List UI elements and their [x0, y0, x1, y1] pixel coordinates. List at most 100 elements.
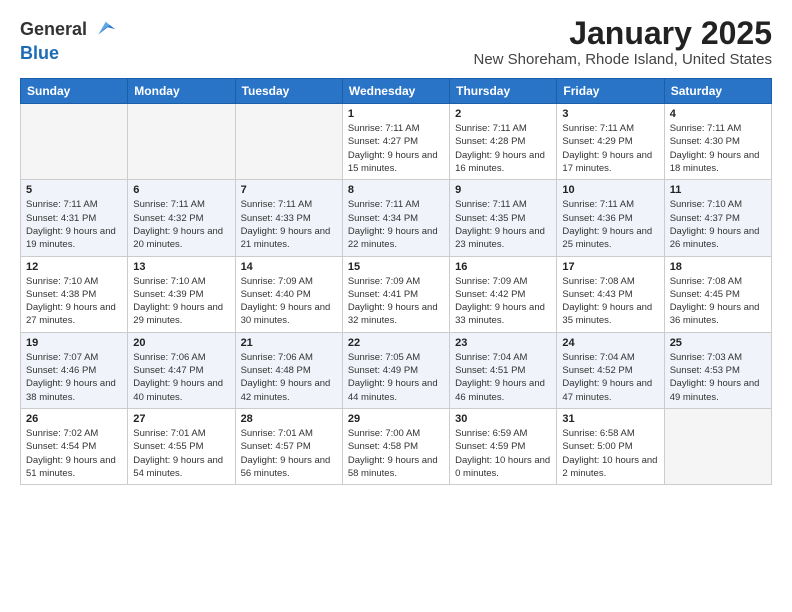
- day-info: Sunrise: 7:11 AMSunset: 4:36 PMDaylight:…: [562, 198, 658, 251]
- calendar-cell: 21 Sunrise: 7:06 AMSunset: 4:48 PMDayligh…: [235, 332, 342, 408]
- calendar-cell: 9Sunrise: 7:11 AMSunset: 4:35 PMDaylight…: [450, 180, 557, 256]
- day-number: 10: [562, 184, 658, 196]
- calendar-cell: 25Sunrise: 7:03 AMSunset: 4:53 PMDayligh…: [664, 332, 771, 408]
- day-number: 4: [670, 108, 766, 120]
- logo-bird-icon: [89, 16, 117, 44]
- day-info: Sunrise: 7:01 AMSunset: 4:55 PMDaylight:…: [133, 427, 229, 480]
- day-number: 26: [26, 413, 122, 425]
- day-info: Sunrise: 6:58 AMSunset: 5:00 PMDaylight:…: [562, 427, 658, 480]
- day-number: 16: [455, 261, 551, 273]
- calendar-cell: 28Sunrise: 7:01 AMSunset: 4:57 PMDayligh…: [235, 408, 342, 484]
- day-info: Sunrise: 7:09 AMSunset: 4:42 PMDaylight:…: [455, 275, 551, 328]
- logo: General Blue: [20, 16, 117, 64]
- day-number: 25: [670, 337, 766, 349]
- day-number: 24: [562, 337, 658, 349]
- day-number: 3: [562, 108, 658, 120]
- day-number: 2: [455, 108, 551, 120]
- day-number: 5: [26, 184, 122, 196]
- calendar-cell: 4 Sunrise: 7:11 AMSunset: 4:30 PMDaylight…: [664, 104, 771, 180]
- weekday-header-thursday: Thursday: [450, 79, 557, 104]
- calendar-cell: [235, 104, 342, 180]
- logo-blue-text: Blue: [20, 44, 117, 64]
- calendar-cell: 23Sunrise: 7:04 AMSunset: 4:51 PMDayligh…: [450, 332, 557, 408]
- day-info: Sunrise: 7:11 AMSunset: 4:30 PMDaylight:…: [670, 122, 766, 175]
- calendar-cell: 6 Sunrise: 7:11 AMSunset: 4:32 PMDaylight…: [128, 180, 235, 256]
- day-number: 27: [133, 413, 229, 425]
- day-number: 18: [670, 261, 766, 273]
- day-info: Sunrise: 7:00 AMSunset: 4:58 PMDaylight:…: [348, 427, 444, 480]
- day-info: Sunrise: 7:04 AMSunset: 4:51 PMDaylight:…: [455, 351, 551, 404]
- calendar-cell: 19 Sunrise: 7:07 AMSunset: 4:46 PMDayligh…: [21, 332, 128, 408]
- day-info: Sunrise: 7:11 AMSunset: 4:28 PMDaylight:…: [455, 122, 551, 175]
- calendar-week-row: 12 Sunrise: 7:10 AMSunset: 4:38 PMDayligh…: [21, 256, 772, 332]
- day-info: Sunrise: 7:11 AMSunset: 4:29 PMDaylight:…: [562, 122, 658, 175]
- subtitle: New Shoreham, Rhode Island, United State…: [474, 51, 773, 68]
- day-info: Sunrise: 7:11 AMSunset: 4:34 PMDaylight:…: [348, 198, 444, 251]
- title-block: January 2025 New Shoreham, Rhode Island,…: [474, 16, 773, 68]
- calendar-cell: 15 Sunrise: 7:09 AMSunset: 4:41 PMDayligh…: [342, 256, 449, 332]
- day-info: Sunrise: 7:10 AMSunset: 4:39 PMDaylight:…: [133, 275, 229, 328]
- calendar-cell: [664, 408, 771, 484]
- calendar-cell: 13 Sunrise: 7:10 AMSunset: 4:39 PMDayligh…: [128, 256, 235, 332]
- day-info: Sunrise: 7:11 AMSunset: 4:33 PMDaylight:…: [241, 198, 337, 251]
- calendar-week-row: 1 Sunrise: 7:11 AMSunset: 4:27 PMDaylight…: [21, 104, 772, 180]
- weekday-header-monday: Monday: [128, 79, 235, 104]
- calendar-cell: 18 Sunrise: 7:08 AMSunset: 4:45 PMDayligh…: [664, 256, 771, 332]
- calendar-cell: [128, 104, 235, 180]
- day-number: 19: [26, 337, 122, 349]
- day-info: Sunrise: 7:09 AMSunset: 4:41 PMDaylight:…: [348, 275, 444, 328]
- calendar-cell: 20 Sunrise: 7:06 AMSunset: 4:47 PMDayligh…: [128, 332, 235, 408]
- weekday-header-saturday: Saturday: [664, 79, 771, 104]
- day-info: Sunrise: 7:11 AMSunset: 4:32 PMDaylight:…: [133, 198, 229, 251]
- calendar-cell: 26 Sunrise: 7:02 AMSunset: 4:54 PMDayligh…: [21, 408, 128, 484]
- weekday-header-sunday: Sunday: [21, 79, 128, 104]
- day-info: Sunrise: 7:02 AMSunset: 4:54 PMDaylight:…: [26, 427, 122, 480]
- day-number: 12: [26, 261, 122, 273]
- day-info: Sunrise: 7:06 AMSunset: 4:47 PMDaylight:…: [133, 351, 229, 404]
- day-number: 1: [348, 108, 444, 120]
- day-number: 8: [348, 184, 444, 196]
- day-number: 11: [670, 184, 766, 196]
- calendar-cell: 3 Sunrise: 7:11 AMSunset: 4:29 PMDaylight…: [557, 104, 664, 180]
- day-info: Sunrise: 7:10 AMSunset: 4:37 PMDaylight:…: [670, 198, 766, 251]
- day-info: Sunrise: 7:09 AMSunset: 4:40 PMDaylight:…: [241, 275, 337, 328]
- calendar-header-row: SundayMondayTuesdayWednesdayThursdayFrid…: [21, 79, 772, 104]
- day-info: Sunrise: 7:01 AMSunset: 4:57 PMDaylight:…: [241, 427, 337, 480]
- day-number: 15: [348, 261, 444, 273]
- day-info: Sunrise: 7:10 AMSunset: 4:38 PMDaylight:…: [26, 275, 122, 328]
- calendar-cell: 1 Sunrise: 7:11 AMSunset: 4:27 PMDaylight…: [342, 104, 449, 180]
- weekday-header-wednesday: Wednesday: [342, 79, 449, 104]
- day-info: Sunrise: 7:08 AMSunset: 4:43 PMDaylight:…: [562, 275, 658, 328]
- day-number: 7: [241, 184, 337, 196]
- day-info: Sunrise: 7:04 AMSunset: 4:52 PMDaylight:…: [562, 351, 658, 404]
- calendar-cell: 10 Sunrise: 7:11 AMSunset: 4:36 PMDayligh…: [557, 180, 664, 256]
- day-info: Sunrise: 7:07 AMSunset: 4:46 PMDaylight:…: [26, 351, 122, 404]
- day-info: Sunrise: 7:11 AMSunset: 4:35 PMDaylight:…: [455, 198, 551, 251]
- day-number: 20: [133, 337, 229, 349]
- calendar-table: SundayMondayTuesdayWednesdayThursdayFrid…: [20, 78, 772, 485]
- day-number: 29: [348, 413, 444, 425]
- calendar-week-row: 5Sunrise: 7:11 AMSunset: 4:31 PMDaylight…: [21, 180, 772, 256]
- day-info: Sunrise: 7:11 AMSunset: 4:27 PMDaylight:…: [348, 122, 444, 175]
- calendar-cell: 24 Sunrise: 7:04 AMSunset: 4:52 PMDayligh…: [557, 332, 664, 408]
- day-info: Sunrise: 7:06 AMSunset: 4:48 PMDaylight:…: [241, 351, 337, 404]
- header: General Blue January 2025 New Shoreham, …: [20, 16, 772, 68]
- main-title: January 2025: [474, 16, 773, 51]
- calendar-cell: 31Sunrise: 6:58 AMSunset: 5:00 PMDayligh…: [557, 408, 664, 484]
- calendar-cell: 11 Sunrise: 7:10 AMSunset: 4:37 PMDayligh…: [664, 180, 771, 256]
- calendar-cell: 17 Sunrise: 7:08 AMSunset: 4:43 PMDayligh…: [557, 256, 664, 332]
- calendar-cell: 22Sunrise: 7:05 AMSunset: 4:49 PMDayligh…: [342, 332, 449, 408]
- day-number: 21: [241, 337, 337, 349]
- day-info: Sunrise: 7:08 AMSunset: 4:45 PMDaylight:…: [670, 275, 766, 328]
- calendar-cell: 27 Sunrise: 7:01 AMSunset: 4:55 PMDayligh…: [128, 408, 235, 484]
- day-number: 30: [455, 413, 551, 425]
- day-number: 22: [348, 337, 444, 349]
- day-number: 13: [133, 261, 229, 273]
- calendar-cell: [21, 104, 128, 180]
- page: General Blue January 2025 New Shoreham, …: [0, 0, 792, 501]
- logo-general-text: General: [20, 20, 87, 40]
- calendar-cell: 8 Sunrise: 7:11 AMSunset: 4:34 PMDaylight…: [342, 180, 449, 256]
- day-number: 17: [562, 261, 658, 273]
- calendar-week-row: 19 Sunrise: 7:07 AMSunset: 4:46 PMDayligh…: [21, 332, 772, 408]
- day-number: 6: [133, 184, 229, 196]
